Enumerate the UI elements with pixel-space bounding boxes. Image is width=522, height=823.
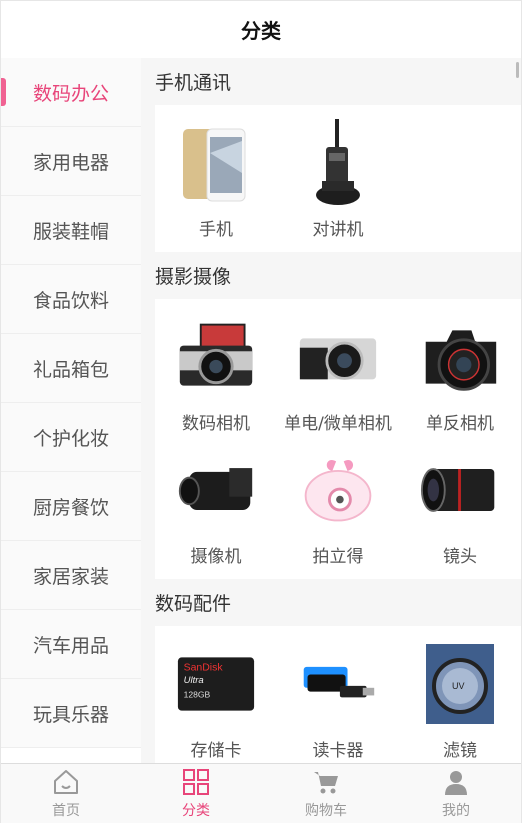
- product-cell-memory-card[interactable]: SanDisk Ultra 128GB 存储卡: [155, 634, 277, 763]
- sidebar-item-label: 汽车用品: [32, 634, 109, 657]
- page-title: 分类: [241, 19, 281, 43]
- product-cell-walkie-talkie[interactable]: 对讲机: [277, 113, 399, 246]
- digital-camera-image: [176, 317, 256, 397]
- tab-category[interactable]: 分类: [131, 764, 261, 823]
- product-label: 摄像机: [190, 547, 242, 567]
- sidebar-item-home-decor[interactable]: 家居家装: [1, 541, 141, 610]
- product-label: 镜头: [443, 547, 477, 567]
- camcorder-image: [176, 450, 256, 530]
- header-bar: 分类: [1, 1, 521, 58]
- smartphone-image: [176, 123, 256, 203]
- section-grid: 数码相机 单电/微单相机 单反相机 摄像机 拍立得 镜头: [155, 299, 521, 579]
- product-label: 数码相机: [182, 414, 250, 434]
- tab-label: 我的: [442, 803, 470, 819]
- sidebar-item-label: 家居家装: [32, 565, 109, 588]
- section-title: 摄影摄像: [155, 266, 232, 288]
- lens-image: [420, 450, 500, 530]
- home-icon: [51, 767, 81, 797]
- sidebar-item-appliances[interactable]: 家用电器: [1, 127, 141, 196]
- sidebar-item-label: 食品饮料: [32, 289, 109, 312]
- memory-card-image: SanDisk Ultra 128GB: [176, 644, 256, 724]
- tab-cart[interactable]: 购物车: [261, 764, 391, 823]
- walkie-talkie-image: [298, 119, 378, 205]
- product-cell-digital-camera[interactable]: 数码相机: [155, 307, 277, 440]
- sidebar-item-auto[interactable]: 汽车用品: [1, 610, 141, 679]
- svg-text:128GB: 128GB: [184, 689, 211, 699]
- product-cell-smartphone[interactable]: 手机: [155, 113, 277, 246]
- tab-label: 分类: [182, 803, 210, 819]
- sidebar-item-label: 厨房餐饮: [32, 496, 109, 519]
- sidebar-item-label: 服装鞋帽: [32, 220, 109, 243]
- shopping-cart-icon: [311, 767, 341, 797]
- svg-text:SanDisk: SanDisk: [184, 663, 224, 674]
- product-cell-instant-camera[interactable]: 拍立得: [277, 440, 399, 573]
- mirrorless-camera-image: [298, 317, 378, 397]
- product-cell-filter[interactable]: UV 滤镜: [399, 634, 521, 763]
- sidebar-item-label: 家用电器: [32, 151, 109, 174]
- svg-text:Ultra: Ultra: [184, 675, 204, 686]
- sidebar-item-label: 个护化妆: [32, 427, 109, 450]
- card-reader-image: [298, 644, 378, 724]
- sidebar-item-digital-office[interactable]: 数码办公: [1, 58, 141, 127]
- sidebar-item-toys-music[interactable]: 玩具乐器: [1, 679, 141, 748]
- product-label: 对讲机: [312, 220, 364, 240]
- section-grid: 手机 对讲机: [155, 105, 521, 252]
- product-cell-camcorder[interactable]: 摄像机: [155, 440, 277, 573]
- bottom-tab-bar: 首页 分类 购物车 我的: [1, 763, 521, 823]
- section-title: 数码配件: [155, 593, 232, 615]
- svg-text:UV: UV: [452, 681, 465, 691]
- category-content[interactable]: 手机通讯 手机 对讲机 摄影摄像 数码相机 单电/微单相机 单反相机 摄像机 拍…: [141, 58, 521, 763]
- sidebar-item-gifts-bags[interactable]: 礼品箱包: [1, 334, 141, 403]
- product-label: 滤镜: [443, 741, 477, 761]
- dslr-camera-image: [420, 317, 500, 397]
- tab-label: 购物车: [305, 803, 347, 819]
- product-label: 手机: [199, 220, 233, 240]
- sidebar-item-food[interactable]: 食品饮料: [1, 265, 141, 334]
- product-label: 读卡器: [312, 741, 364, 761]
- category-sidebar: 数码办公 家用电器 服装鞋帽 食品饮料 礼品箱包 个护化妆 厨房餐饮 家居家装 …: [1, 58, 141, 763]
- instant-camera-image: [298, 450, 378, 530]
- product-cell-dslr[interactable]: 单反相机: [399, 307, 521, 440]
- product-label: 单电/微单相机: [284, 414, 392, 434]
- tab-label: 首页: [52, 803, 80, 819]
- product-label: 存储卡: [190, 741, 242, 761]
- product-cell-card-reader[interactable]: 读卡器: [277, 634, 399, 763]
- product-cell-lens[interactable]: 镜头: [399, 440, 521, 573]
- sidebar-item-apparel[interactable]: 服装鞋帽: [1, 196, 141, 265]
- section-grid: SanDisk Ultra 128GB 存储卡 读卡器 UV 滤镜: [155, 626, 521, 763]
- product-label: 单反相机: [426, 414, 494, 434]
- product-cell-mirrorless[interactable]: 单电/微单相机: [277, 307, 399, 440]
- section-title: 手机通讯: [155, 72, 232, 94]
- category-grid-icon: [181, 767, 211, 797]
- product-label: 拍立得: [312, 547, 364, 567]
- sidebar-item-label: 玩具乐器: [32, 703, 109, 726]
- sidebar-item-label: 礼品箱包: [32, 358, 109, 381]
- app-window: 分类 数码办公 家用电器 服装鞋帽 食品饮料 礼品箱包 个护化妆 厨房餐饮 家居…: [0, 0, 522, 823]
- tab-mine[interactable]: 我的: [391, 764, 521, 823]
- scrollbar-thumb[interactable]: [516, 62, 519, 78]
- sidebar-item-kitchen[interactable]: 厨房餐饮: [1, 472, 141, 541]
- lens-filter-image: UV: [420, 644, 500, 724]
- user-icon: [441, 767, 471, 797]
- tab-home[interactable]: 首页: [1, 764, 131, 823]
- sidebar-item-personal-care[interactable]: 个护化妆: [1, 403, 141, 472]
- sidebar-item-label: 数码办公: [32, 82, 109, 105]
